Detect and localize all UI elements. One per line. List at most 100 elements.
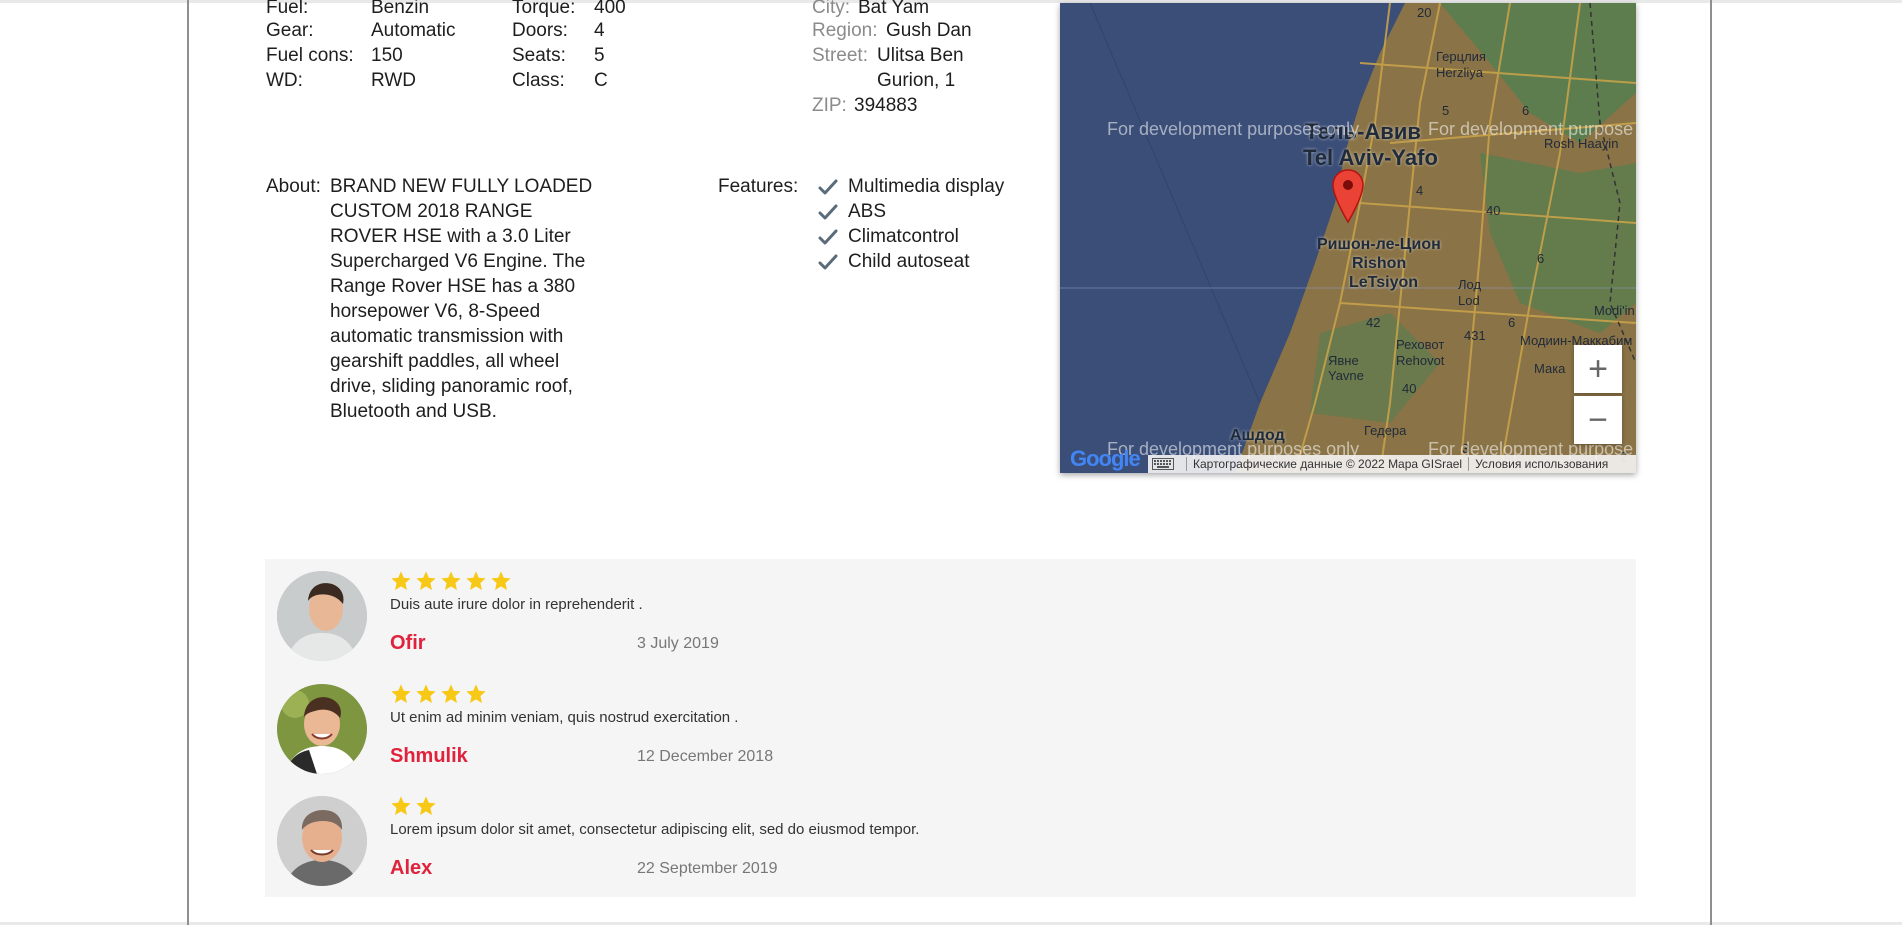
city-label: City: <box>812 0 850 18</box>
star-icon <box>441 571 461 590</box>
region-value: Gush Dan <box>886 20 972 41</box>
map-label-rishon-en2: LeTsiyon <box>1349 274 1419 291</box>
doors-value: 4 <box>594 20 605 41</box>
reviewer-name[interactable]: Alex <box>390 857 432 880</box>
star-icon <box>391 684 411 703</box>
fuel-label: Fuel: <box>266 0 309 18</box>
map-label-rehovot-ru: Реховот <box>1396 337 1445 352</box>
check-icon <box>818 204 838 219</box>
feature-item: ABS <box>818 199 1004 224</box>
map-label-modiin-en: Modi'in <box>1594 303 1635 318</box>
map-marker-icon[interactable] <box>1331 168 1365 224</box>
review-item: Ut enim ad minim veniam, quis nostrud ex… <box>265 672 1636 774</box>
rating-stars <box>390 570 512 592</box>
map-label-lod-en: Lod <box>1458 293 1480 308</box>
street-value-line1: Ulitsa Ben <box>877 45 964 66</box>
review-text: Duis aute irure dolor in reprehenderit . <box>390 596 643 613</box>
map-data-attribution[interactable]: Картографические данные © 2022 Mapa GISr… <box>1193 457 1462 471</box>
map-label-yavne-en: Yavne <box>1328 368 1364 383</box>
star-icon <box>416 571 436 590</box>
fuel-cons-value: 150 <box>371 45 403 66</box>
review-date: 12 December 2018 <box>637 748 774 765</box>
feature-item: Child autoseat <box>818 249 1004 274</box>
feature-item: Multimedia display <box>818 174 1004 199</box>
review-item: Lorem ipsum dolor sit amet, consectetur … <box>265 784 1636 886</box>
map-label-lod-ru: Лод <box>1458 277 1482 292</box>
check-icon <box>818 229 838 244</box>
map-label-rishon-ru: Ришон-ле-Цион <box>1317 236 1441 253</box>
rating-stars <box>390 683 487 705</box>
street-value-line2: Gurion, 1 <box>877 70 956 91</box>
feature-label: Multimedia display <box>848 175 1005 197</box>
star-icon <box>416 796 436 815</box>
content-frame-left <box>187 0 189 925</box>
about-label: About: <box>266 176 321 197</box>
star-icon <box>441 684 461 703</box>
seats-label: Seats: <box>512 45 566 66</box>
review-item: Duis aute irure dolor in reprehenderit .… <box>265 559 1636 661</box>
road-number: 6 <box>1537 251 1545 266</box>
star-icon <box>416 684 436 703</box>
avatar <box>277 684 367 774</box>
zip-value: 394883 <box>854 95 918 116</box>
torque-value: 400 <box>594 0 626 18</box>
feature-label: ABS <box>848 200 887 222</box>
gear-value: Automatic <box>371 20 456 41</box>
features-list: Multimedia display ABS Climatcontrol Chi… <box>818 174 1004 274</box>
dev-watermark: For development purpose <box>1428 119 1634 139</box>
star-icon <box>491 571 511 590</box>
road-number: 431 <box>1464 328 1486 343</box>
check-icon <box>818 179 838 194</box>
zoom-out-button[interactable]: − <box>1574 396 1622 444</box>
content-frame-right <box>1710 0 1712 925</box>
review-date: 3 July 2019 <box>637 635 719 652</box>
road-number: 40 <box>1486 203 1501 218</box>
star-icon <box>466 571 486 590</box>
road-number: 42 <box>1366 315 1381 330</box>
map-label-herzliya-ru: Герцлия <box>1436 49 1486 64</box>
map-label-herzliya-en: Herzliya <box>1436 65 1483 80</box>
road-number: 20 <box>1417 5 1432 20</box>
avatar-photo <box>277 571 367 661</box>
road-number: 40 <box>1402 381 1417 396</box>
review-text: Ut enim ad minim veniam, quis nostrud ex… <box>390 709 739 726</box>
star-icon <box>391 796 411 815</box>
footer-separator <box>1186 457 1187 471</box>
review-text: Lorem ipsum dolor sit amet, consectetur … <box>390 821 920 838</box>
avatar <box>277 571 367 661</box>
city-value: Bat Yam <box>858 0 930 18</box>
about-text: BRAND NEW FULLY LOADED CUSTOM 2018 RANGE… <box>330 176 593 422</box>
check-icon <box>818 254 838 269</box>
footer-separator <box>1468 457 1470 471</box>
wd-value: RWD <box>371 70 417 91</box>
keyboard-icon[interactable] <box>1152 458 1174 470</box>
gear-label: Gear: <box>266 20 314 41</box>
map-label-gedera-ru: Гедера <box>1364 423 1407 438</box>
torque-label: Torque: <box>512 0 576 18</box>
class-label: Class: <box>512 70 565 91</box>
location-map[interactable]: 20 5 6 4 40 6 42 431 6 40 3 2 Герцлия He… <box>1060 3 1636 473</box>
region-label: Region: <box>812 20 878 41</box>
reviewer-name[interactable]: Shmulik <box>390 745 468 768</box>
seats-value: 5 <box>594 45 605 66</box>
map-label-rehovot-en: Rehovot <box>1396 353 1445 368</box>
avatar <box>277 796 367 886</box>
reviewer-name[interactable]: Ofir <box>390 632 426 655</box>
map-label-rishon-en1: Rishon <box>1352 255 1407 272</box>
reviews-section: Duis aute irure dolor in reprehenderit .… <box>265 559 1636 897</box>
star-icon <box>466 684 486 703</box>
doors-label: Doors: <box>512 20 568 41</box>
rating-stars <box>390 795 437 817</box>
dev-watermark: For development purposes only <box>1107 119 1360 139</box>
review-date: 22 September 2019 <box>637 860 778 877</box>
map-label-maka: Мака <box>1534 361 1566 376</box>
feature-item: Climatcontrol <box>818 224 1004 249</box>
map-terms-link[interactable]: Условия использования <box>1475 457 1608 471</box>
road-number: 4 <box>1416 183 1424 198</box>
wd-label: WD: <box>266 70 303 91</box>
google-logo[interactable]: Google <box>1070 446 1141 472</box>
class-value: C <box>594 70 608 91</box>
zoom-in-button[interactable]: + <box>1574 345 1622 393</box>
avatar-photo <box>277 684 367 774</box>
avatar-photo <box>277 796 367 886</box>
